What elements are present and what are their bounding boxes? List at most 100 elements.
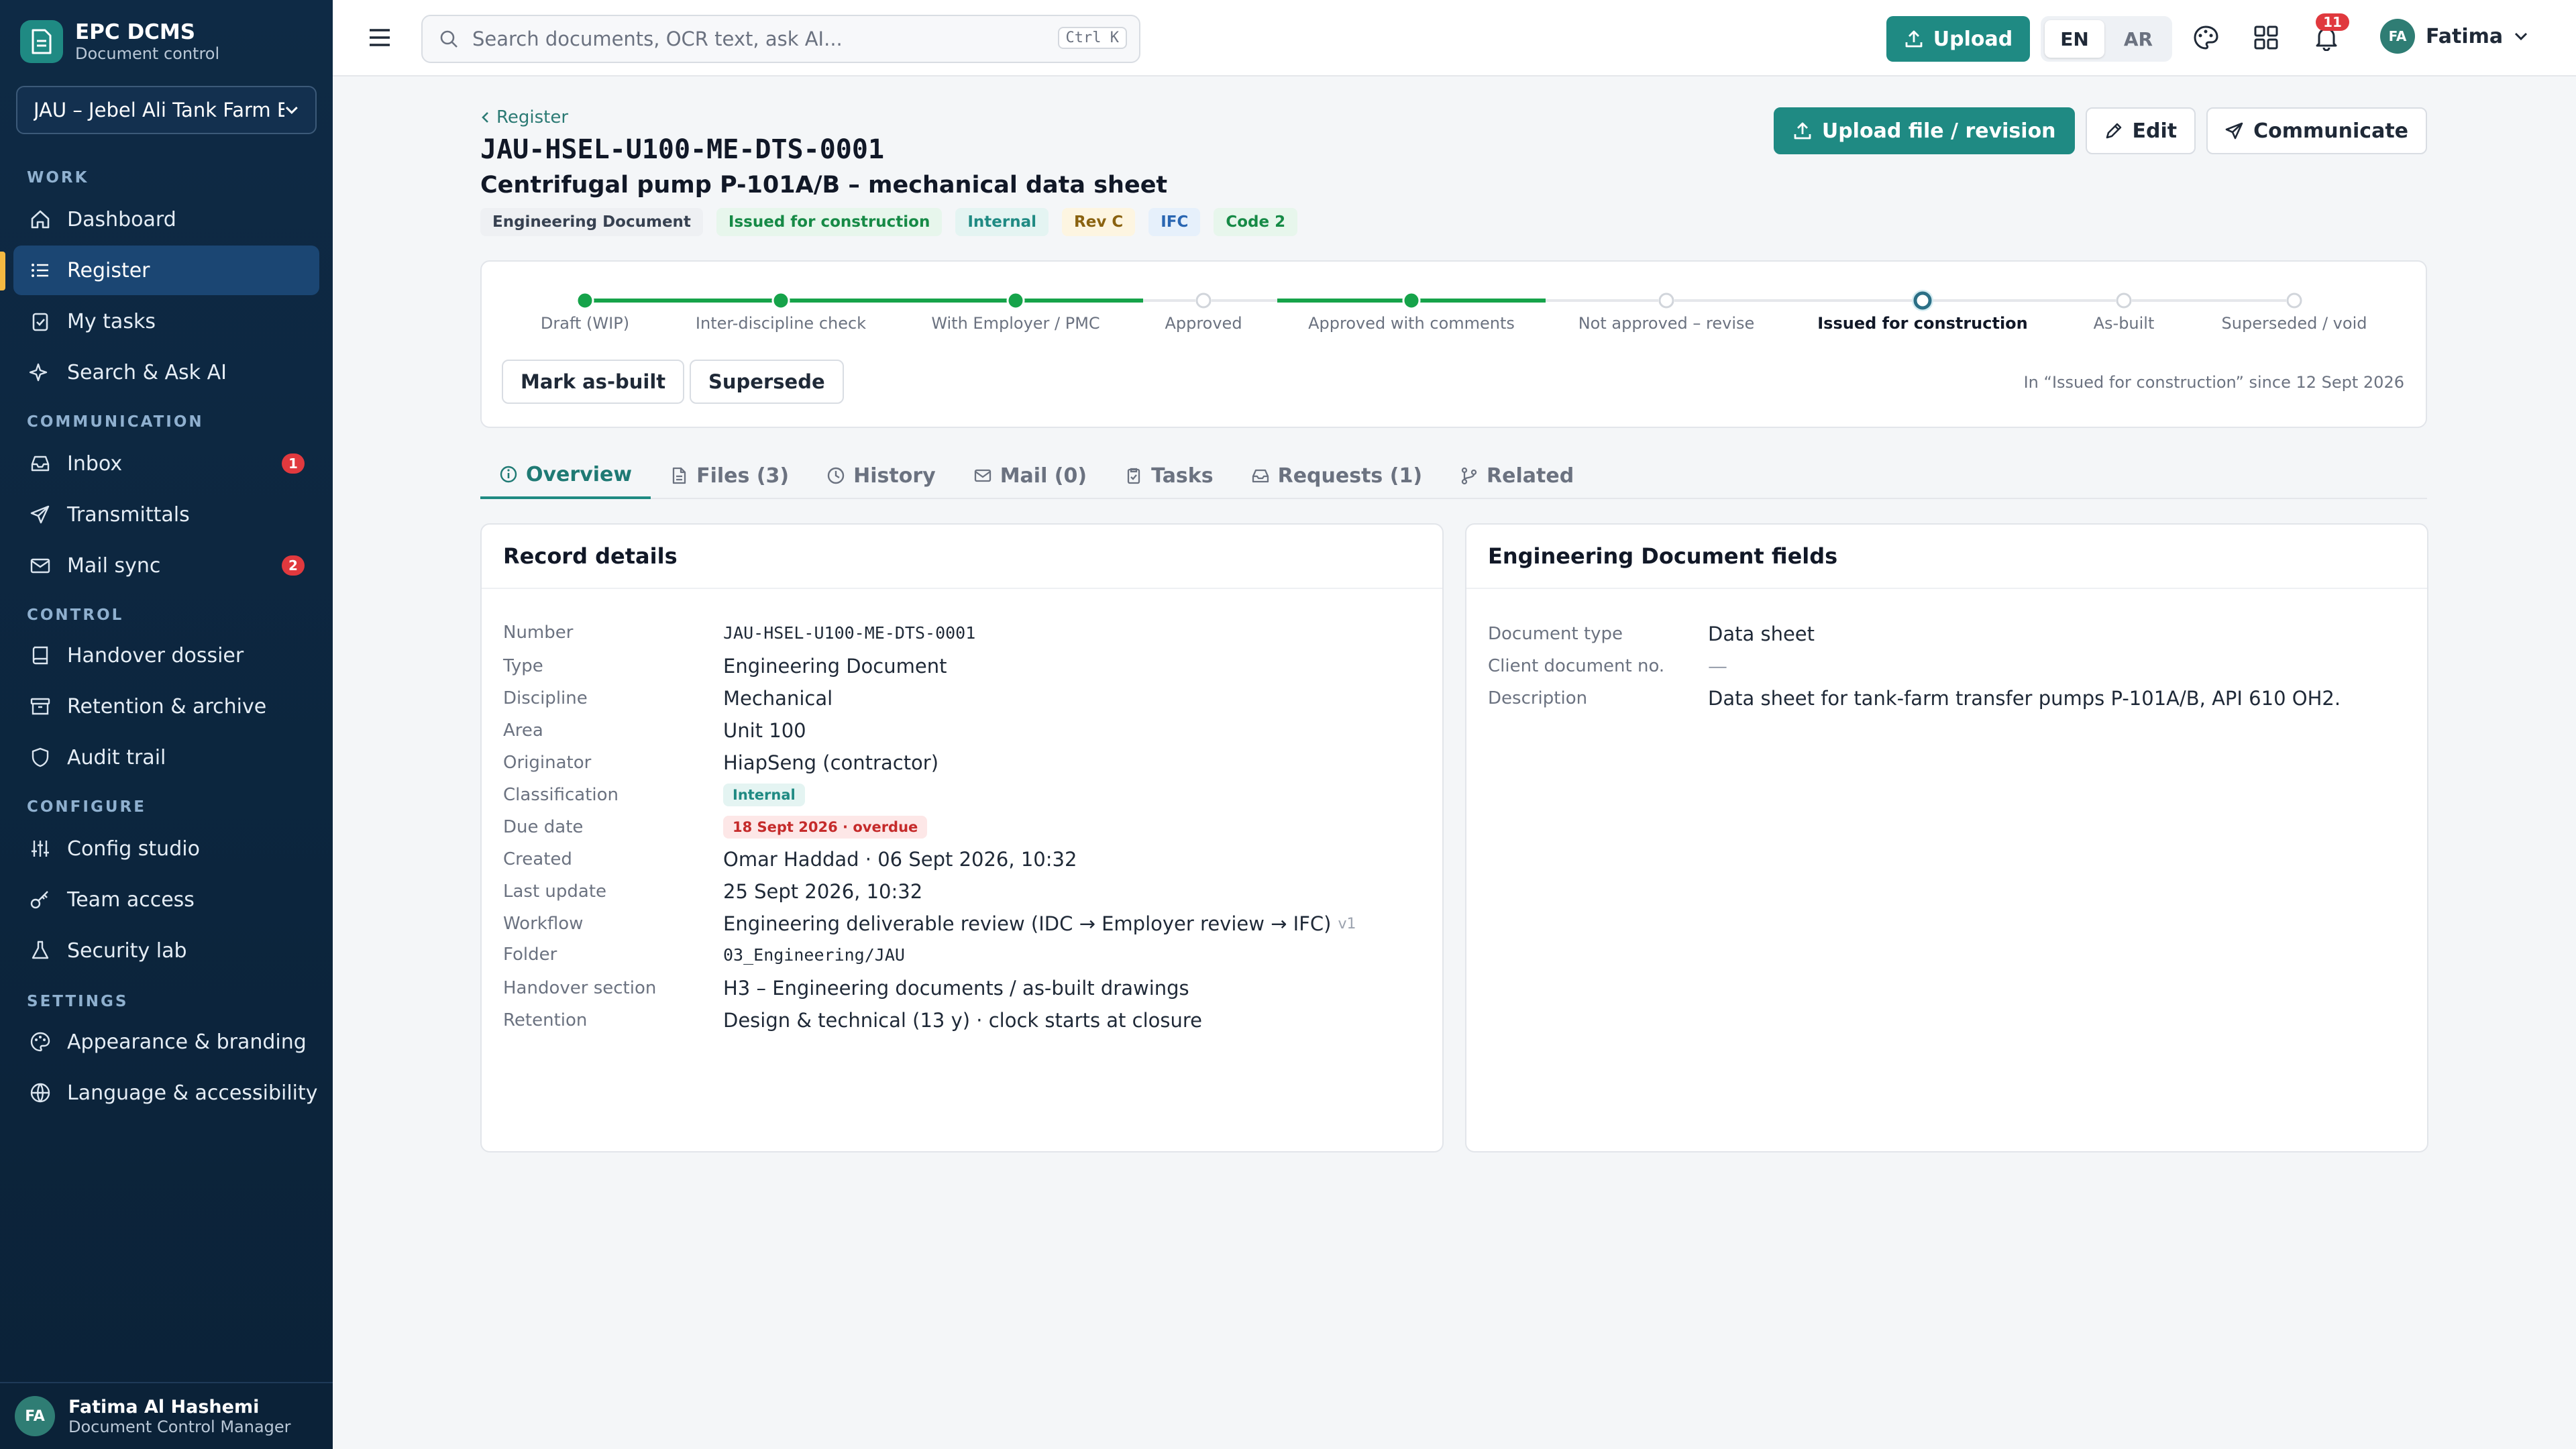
inbox-icon: [28, 451, 52, 476]
sidebar-item-label: Appearance & branding: [67, 1030, 307, 1054]
detail-value: HiapSeng (contractor): [723, 751, 939, 774]
detail-label: Discipline: [503, 688, 588, 708]
menu-toggle-icon[interactable]: [368, 25, 392, 50]
theme-palette-icon[interactable]: [2192, 24, 2219, 51]
detail-value: H3 – Engineering documents / as-built dr…: [723, 977, 1189, 1000]
field-label: Client document no.: [1488, 656, 1665, 676]
sidebar-item-audit-trail[interactable]: Audit trail: [13, 733, 319, 782]
sidebar-item-language-accessibility[interactable]: Language & accessibility: [13, 1068, 319, 1118]
sidebar-item-inbox[interactable]: Inbox 1: [13, 439, 319, 488]
sidebar-item-label: Audit trail: [67, 745, 166, 769]
document-number: JAU-HSEL-U100-ME-DTS-0001: [480, 134, 885, 165]
info-icon: [500, 466, 517, 483]
detail-row-number: Number JAU-HSEL-U100-ME-DTS-0001: [503, 623, 975, 643]
sidebar-item-config-studio[interactable]: Config studio: [13, 824, 319, 873]
tab-files[interactable]: Files (3): [651, 452, 808, 499]
communicate-button[interactable]: Communicate: [2206, 107, 2427, 154]
sidebar-item-mail-sync[interactable]: Mail sync 2: [13, 541, 319, 590]
sidebar-item-retention-archive[interactable]: Retention & archive: [13, 682, 319, 731]
classification-badge: Internal: [723, 784, 805, 806]
tab-tasks[interactable]: Tasks: [1106, 452, 1232, 499]
workflow-step-label: Issued for construction: [1817, 314, 2028, 333]
tab-label: Related: [1487, 464, 1574, 488]
shield-icon: [28, 745, 52, 769]
apps-grid-icon[interactable]: [2253, 24, 2279, 51]
sidebar-item-label: Team access: [67, 888, 195, 912]
field-value: Data sheet: [1708, 623, 1815, 645]
sidebar-item-appearance-branding[interactable]: Appearance & branding: [13, 1017, 319, 1067]
tab-bar: Overview Files (3) History Mail (0) Task…: [480, 452, 2427, 499]
sidebar-item-label: Language & accessibility: [67, 1081, 318, 1105]
status-badge: Issued for construction: [716, 208, 943, 236]
workflow-step-dot: [2286, 292, 2302, 309]
detail-row-last-update: Last update 25 Sept 2026, 10:32: [503, 880, 922, 903]
supersede-button[interactable]: Supersede: [690, 360, 844, 404]
sidebar-item-my-tasks[interactable]: My tasks: [13, 297, 319, 346]
brand[interactable]: EPC DCMS Document control: [20, 20, 219, 63]
upload-label: Upload: [1933, 27, 2013, 51]
detail-value: Design & technical (13 y) · clock starts…: [723, 1009, 1202, 1032]
tab-requests[interactable]: Requests (1): [1232, 452, 1441, 499]
detail-row-originator: Originator HiapSeng (contractor): [503, 751, 938, 774]
chevron-down-icon: [286, 107, 299, 115]
detail-label: Classification: [503, 785, 619, 805]
detail-row-area: Area Unit 100: [503, 719, 806, 742]
lang-en-option[interactable]: EN: [2045, 20, 2104, 58]
sidebar-item-label: Retention & archive: [67, 694, 267, 718]
sliders-icon: [28, 837, 52, 861]
file-icon: [672, 467, 686, 484]
workflow-step-dot: [576, 291, 594, 310]
breadcrumb-register-link[interactable]: Register: [496, 107, 568, 127]
inbox-icon: [1252, 469, 1269, 483]
sidebar-item-label: Config studio: [67, 837, 200, 861]
detail-value: Unit 100: [723, 719, 806, 742]
project-select[interactable]: JAU – Jebel Ali Tank Farm E: [16, 86, 317, 134]
mark-as-built-button[interactable]: Mark as-built: [502, 360, 685, 404]
tab-overview[interactable]: Overview: [480, 452, 651, 499]
key-icon: [28, 888, 52, 912]
edit-button[interactable]: Edit: [2085, 107, 2196, 154]
card-title: Record details: [482, 525, 1442, 589]
detail-label: Area: [503, 720, 543, 741]
sidebar-item-handover-dossier[interactable]: Handover dossier: [13, 631, 319, 680]
home-icon: [28, 207, 52, 231]
tab-history[interactable]: History: [808, 452, 955, 499]
breadcrumb[interactable]: Register: [480, 107, 568, 127]
workflow-step-label: Not approved – revise: [1578, 314, 1755, 333]
search-placeholder: Search documents, OCR text, ask AI...: [472, 28, 843, 50]
edit-label: Edit: [2132, 119, 2178, 143]
sidebar-item-label: Mail sync: [67, 553, 161, 578]
workflow-step-label: As-built: [2093, 314, 2155, 333]
project-select-value: JAU – Jebel Ali Tank Farm E: [34, 99, 285, 121]
sidebar-item-security-lab[interactable]: Security lab: [13, 926, 319, 975]
tab-related[interactable]: Related: [1441, 452, 1593, 499]
sidebar-item-team-access[interactable]: Team access: [13, 875, 319, 924]
archive-icon: [28, 694, 52, 718]
book-icon: [28, 643, 52, 667]
detail-value: Engineering deliverable review (IDC → Em…: [723, 912, 1332, 935]
lang-ar-option[interactable]: AR: [2108, 20, 2168, 58]
sidebar: EPC DCMS Document control JAU – Jebel Al…: [0, 0, 333, 1449]
detail-value: Engineering Document: [723, 655, 947, 678]
sidebar-item-search-ask-ai[interactable]: Search & Ask AI: [13, 347, 319, 397]
search-input[interactable]: Search documents, OCR text, ask AI... Ct…: [421, 15, 1140, 63]
workflow-step-dot: [771, 291, 790, 310]
nav-section-work: WORK: [27, 169, 89, 186]
upload-button[interactable]: Upload: [1886, 16, 2030, 62]
upload-revision-button[interactable]: Upload file / revision: [1773, 107, 2075, 154]
sidebar-item-dashboard[interactable]: Dashboard: [13, 195, 319, 244]
card-title: Engineering Document fields: [1466, 525, 2427, 589]
sidebar-item-register[interactable]: Register: [13, 246, 319, 295]
sidebar-item-label: Handover dossier: [67, 643, 244, 667]
nav-section-configure: CONFIGURE: [27, 798, 146, 816]
sidebar-item-transmittals[interactable]: Transmittals: [13, 490, 319, 539]
active-indicator: [0, 252, 5, 290]
field-row-description: Description Data sheet for tank-farm tran…: [1488, 687, 2341, 710]
tab-mail[interactable]: Mail (0): [955, 452, 1106, 499]
engineering-fields-card: Engineering Document fields Document typ…: [1465, 523, 2428, 1152]
field-row-client-document-no: Client document no. —: [1488, 655, 1727, 678]
sidebar-user-card[interactable]: FA Fatima Al Hashemi Document Control Ma…: [0, 1382, 333, 1449]
user-menu[interactable]: FA Fatima: [2380, 19, 2528, 54]
sidebar-item-label: My tasks: [67, 309, 156, 333]
field-value: —: [1708, 655, 1727, 678]
